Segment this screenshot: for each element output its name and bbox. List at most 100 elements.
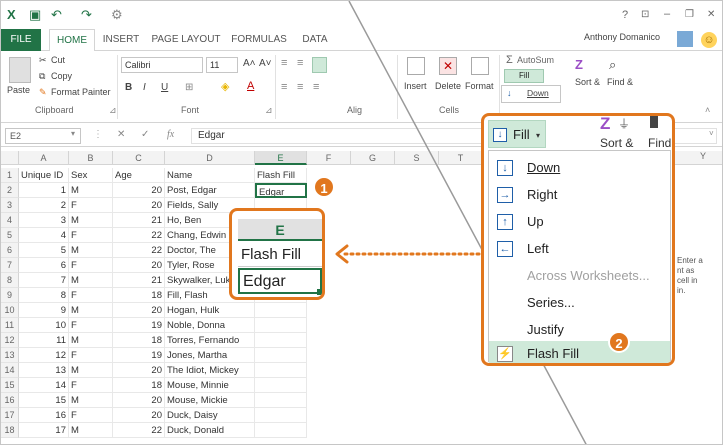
close-button[interactable]: ✕ <box>707 9 715 20</box>
cell-age[interactable]: 19 <box>113 318 165 333</box>
cell-sex[interactable]: M <box>69 303 113 318</box>
row-header[interactable]: 15 <box>1 378 19 393</box>
row-header[interactable]: 6 <box>1 243 19 258</box>
cell-unique-id[interactable]: 14 <box>19 378 69 393</box>
italic-button[interactable]: I <box>143 82 146 93</box>
cell-name[interactable]: Duck, Donald <box>165 423 255 438</box>
shrink-font-button[interactable]: A˅ <box>259 58 272 69</box>
format-painter-button[interactable]: Format Painter <box>51 87 111 97</box>
cell-name[interactable]: Torres, Fernando <box>165 333 255 348</box>
cell-sex[interactable]: M <box>69 213 113 228</box>
cut-button[interactable]: Cut <box>51 55 65 65</box>
delete-cells-icon[interactable]: ✕ <box>439 57 457 75</box>
row-header[interactable]: 5 <box>1 228 19 243</box>
customize-qat-icon[interactable]: ⚙ <box>111 7 123 23</box>
align-top-icon[interactable]: ≡ <box>281 57 287 69</box>
font-name-combo[interactable]: Calibri <box>121 57 203 73</box>
cell-unique-id[interactable]: 10 <box>19 318 69 333</box>
select-all-corner[interactable] <box>1 151 19 165</box>
insert-function-button[interactable]: fx <box>167 129 174 140</box>
column-header-t[interactable]: T <box>439 151 483 165</box>
row-header[interactable]: 16 <box>1 393 19 408</box>
cell-age[interactable]: 20 <box>113 258 165 273</box>
cell-name[interactable]: Post, Edgar <box>165 183 255 198</box>
user-name[interactable]: Anthony Domanico <box>584 32 660 42</box>
restore-button[interactable]: ❐ <box>685 9 694 20</box>
paste-button[interactable]: Paste <box>7 85 30 95</box>
cell-name[interactable]: Jones, Martha <box>165 348 255 363</box>
ribbon-display-button[interactable]: ⊡ <box>641 9 649 20</box>
cell-age[interactable]: 21 <box>113 273 165 288</box>
cell-sex[interactable]: M <box>69 183 113 198</box>
grow-font-button[interactable]: A˄ <box>243 58 256 69</box>
cell-name[interactable]: Mouse, Mickie <box>165 393 255 408</box>
redo-icon[interactable]: ↷ <box>81 7 92 23</box>
header-cell[interactable]: Flash Fill <box>255 168 307 183</box>
delete-button[interactable]: Delete <box>435 81 461 91</box>
cell-unique-id[interactable]: 13 <box>19 363 69 378</box>
header-cell[interactable]: Age <box>113 168 165 183</box>
cell-flash-fill[interactable] <box>255 318 307 333</box>
name-box-dropdown-icon[interactable]: ▾ <box>71 129 75 138</box>
row-header[interactable]: 17 <box>1 408 19 423</box>
paste-icon[interactable] <box>9 57 31 83</box>
cell-sex[interactable]: F <box>69 408 113 423</box>
font-color-button[interactable]: A <box>247 80 254 92</box>
row-header[interactable]: 2 <box>1 183 19 198</box>
cell-unique-id[interactable]: 17 <box>19 423 69 438</box>
cell-age[interactable]: 22 <box>113 423 165 438</box>
menu-item-justify[interactable]: Justify <box>489 317 670 343</box>
cell-unique-id[interactable]: 1 <box>19 183 69 198</box>
cell-sex[interactable]: M <box>69 363 113 378</box>
cell-age[interactable]: 18 <box>113 288 165 303</box>
sort-filter-button[interactable]: Sort & <box>575 77 600 87</box>
cell-age[interactable]: 20 <box>113 198 165 213</box>
header-cell[interactable]: Sex <box>69 168 113 183</box>
cell-unique-id[interactable]: 2 <box>19 198 69 213</box>
tab-home[interactable]: HOME <box>49 29 95 52</box>
menu-item-up[interactable]: ↑ Up <box>489 209 670 235</box>
row-header[interactable]: 11 <box>1 318 19 333</box>
cell-unique-id[interactable]: 7 <box>19 273 69 288</box>
cell-age[interactable]: 19 <box>113 348 165 363</box>
cell-sex[interactable]: M <box>69 423 113 438</box>
cell-unique-id[interactable]: 15 <box>19 393 69 408</box>
expand-formula-icon[interactable]: ˅ <box>709 129 714 138</box>
cell-sex[interactable]: M <box>69 393 113 408</box>
row-header[interactable]: 8 <box>1 273 19 288</box>
column-header-g[interactable]: G <box>351 151 395 165</box>
minimize-button[interactable]: – <box>664 8 670 20</box>
menu-item-down[interactable]: ↓ Down <box>489 155 670 181</box>
menu-item-series[interactable]: Series... <box>489 290 670 316</box>
menu-item-right[interactable]: → Right <box>489 182 670 208</box>
font-size-combo[interactable]: 11 <box>206 57 238 73</box>
insert-button[interactable]: Insert <box>404 81 427 91</box>
cell-age[interactable]: 18 <box>113 333 165 348</box>
name-box[interactable]: E2 <box>5 128 81 144</box>
row-header[interactable]: 1 <box>1 168 19 183</box>
row-header[interactable]: 12 <box>1 333 19 348</box>
cell-sex[interactable]: F <box>69 348 113 363</box>
row-header[interactable]: 18 <box>1 423 19 438</box>
cell-sex[interactable]: M <box>69 243 113 258</box>
align-right-icon[interactable]: ≡ <box>313 81 319 93</box>
cell-flash-fill[interactable] <box>255 348 307 363</box>
bold-button[interactable]: B <box>125 82 132 93</box>
format-cells-icon[interactable] <box>471 57 489 75</box>
cell-age[interactable]: 20 <box>113 183 165 198</box>
fill-color-icon[interactable]: ◈ <box>221 80 229 93</box>
undo-icon[interactable]: ↶ <box>51 7 62 23</box>
cell-age[interactable]: 22 <box>113 243 165 258</box>
cell-sex[interactable]: F <box>69 288 113 303</box>
insert-cells-icon[interactable] <box>407 57 425 75</box>
cell-flash-fill[interactable] <box>255 423 307 438</box>
cell-flash-fill[interactable] <box>255 393 307 408</box>
cell-sex[interactable]: F <box>69 228 113 243</box>
autosum-button[interactable]: AutoSum <box>517 55 554 65</box>
cell-unique-id[interactable]: 16 <box>19 408 69 423</box>
sort-filter-label[interactable]: Sort & <box>600 136 633 150</box>
row-header[interactable]: 13 <box>1 348 19 363</box>
cell-age[interactable]: 20 <box>113 408 165 423</box>
column-header-f[interactable]: F <box>307 151 351 165</box>
row-header[interactable]: 9 <box>1 288 19 303</box>
